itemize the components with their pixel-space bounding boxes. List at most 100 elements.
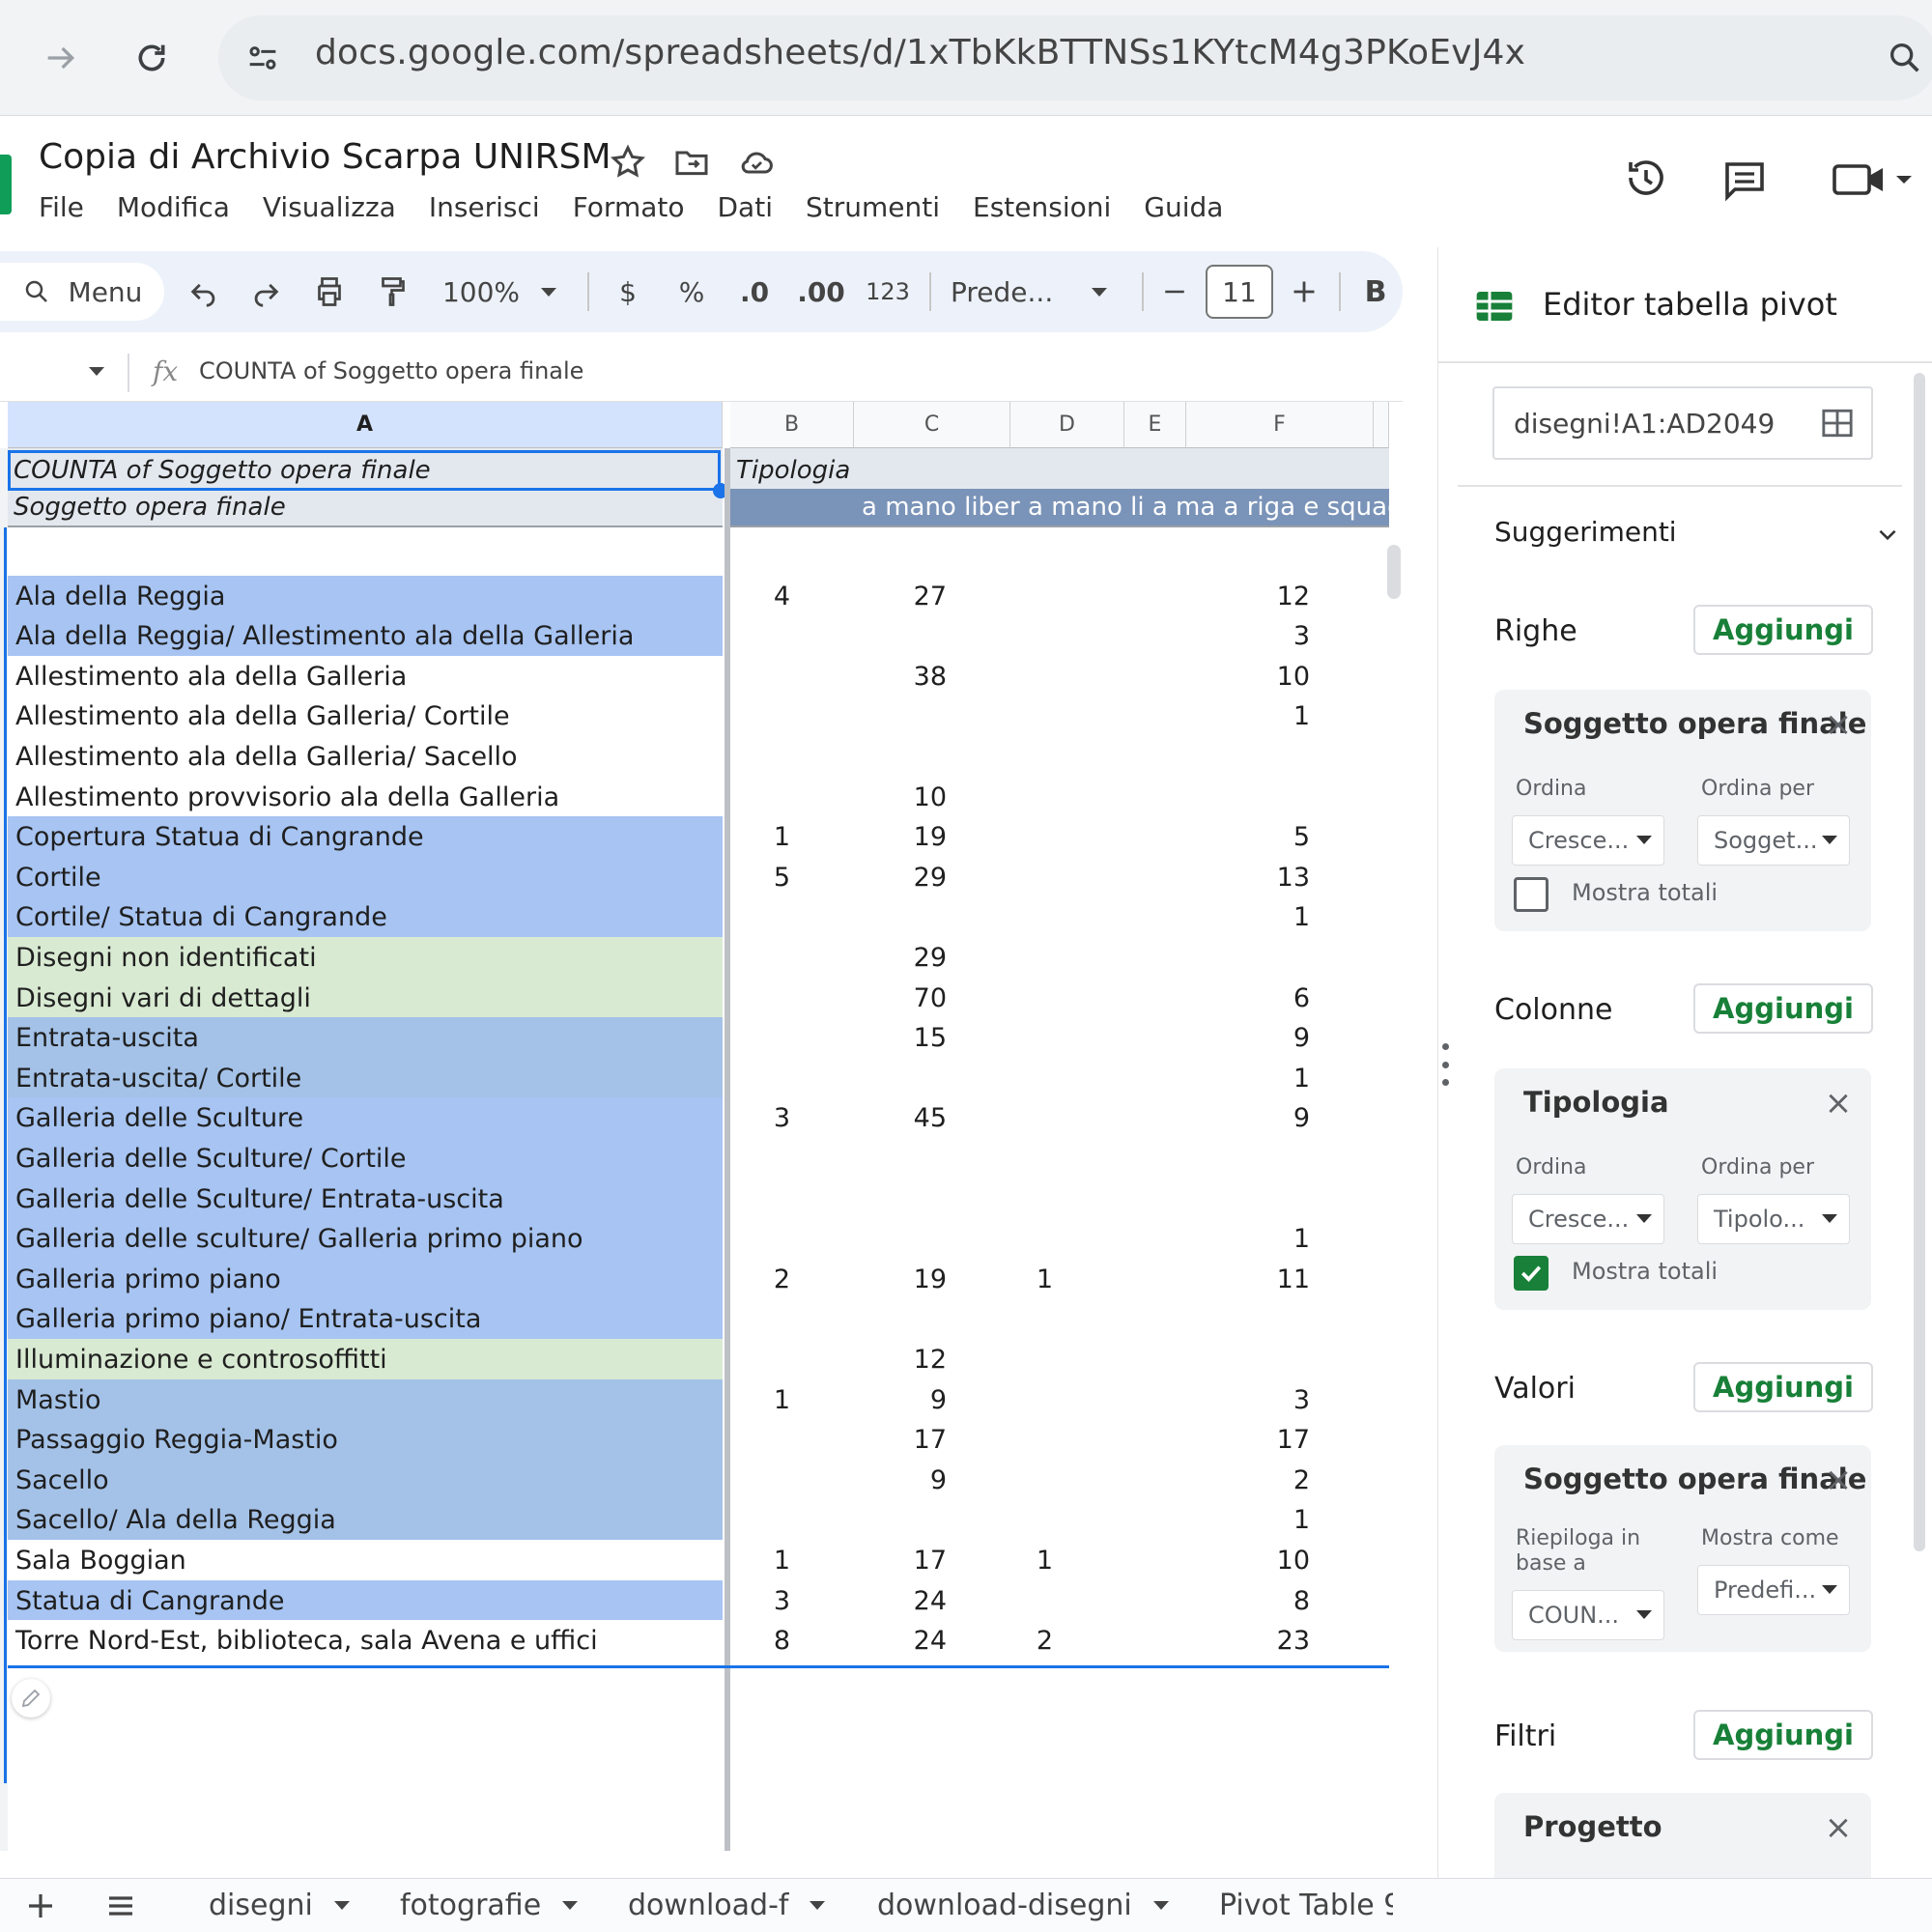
cell-value-f[interactable]: 2 bbox=[1252, 1465, 1310, 1495]
table-row[interactable]: Copertura Statua di Cangrande bbox=[8, 816, 723, 857]
cell-value-f[interactable]: 23 bbox=[1252, 1626, 1310, 1656]
paint-format-button[interactable] bbox=[369, 251, 417, 332]
name-box-dropdown[interactable] bbox=[89, 367, 104, 376]
column-orderby-dropdown[interactable]: Tipolo... bbox=[1697, 1194, 1850, 1244]
cell-value-f[interactable]: 8 bbox=[1252, 1586, 1310, 1616]
menu-formato[interactable]: Formato bbox=[573, 191, 685, 223]
menu-search-button[interactable]: Menu bbox=[0, 263, 164, 321]
table-row[interactable]: Sacello bbox=[8, 1459, 723, 1500]
select-range-icon[interactable] bbox=[1821, 408, 1854, 439]
table-row[interactable]: Galleria primo piano bbox=[8, 1258, 723, 1299]
cell-value-c[interactable]: 45 bbox=[889, 1103, 947, 1133]
increase-font-size-button[interactable] bbox=[1285, 251, 1323, 332]
forward-button[interactable] bbox=[27, 24, 95, 92]
undo-button[interactable] bbox=[180, 251, 228, 332]
vertical-scrollbar-thumb[interactable] bbox=[1387, 545, 1401, 599]
cell-value-f[interactable]: 10 bbox=[1252, 1546, 1310, 1576]
panel-resize-handle[interactable] bbox=[1441, 1043, 1449, 1086]
menu-guida[interactable]: Guida bbox=[1144, 191, 1223, 223]
zoom-dropdown[interactable]: 100% bbox=[437, 251, 562, 332]
cell-value-b[interactable]: 3 bbox=[732, 1103, 790, 1133]
cell-value-b[interactable]: 2 bbox=[732, 1264, 790, 1294]
table-row[interactable]: Torre Nord-Est, biblioteca, sala Avena e… bbox=[8, 1620, 723, 1661]
data-range-input[interactable]: disegni!A1:AD2049 bbox=[1492, 386, 1873, 460]
cell-value-f[interactable]: 11 bbox=[1252, 1264, 1310, 1294]
decrease-decimals-button[interactable]: .0 bbox=[730, 251, 779, 332]
table-row[interactable]: Galleria delle Sculture/ Entrata-uscita bbox=[8, 1178, 723, 1219]
table-row[interactable]: Passaggio Reggia-Mastio bbox=[8, 1419, 723, 1460]
add-row-button[interactable]: Aggiungi bbox=[1693, 605, 1873, 655]
row-show-totals-checkbox[interactable] bbox=[1514, 877, 1548, 912]
add-filter-button[interactable]: Aggiungi bbox=[1693, 1710, 1873, 1760]
column-header-f[interactable]: F bbox=[1186, 402, 1374, 448]
bold-button[interactable]: B bbox=[1356, 251, 1395, 332]
edit-pivot-button[interactable] bbox=[12, 1679, 50, 1718]
url-text[interactable]: docs.google.com/spreadsheets/d/1xTbKkBTT… bbox=[315, 33, 1525, 72]
suggestions-label[interactable]: Suggerimenti bbox=[1494, 516, 1677, 548]
cell-value-c[interactable]: 29 bbox=[889, 863, 947, 893]
cell-value-c[interactable]: 12 bbox=[889, 1345, 947, 1375]
sheet-tab-fotografie[interactable]: fotografie bbox=[400, 1889, 579, 1922]
close-icon[interactable]: × bbox=[1823, 1463, 1854, 1496]
cell-value-c[interactable]: 29 bbox=[889, 943, 947, 973]
all-sheets-button[interactable] bbox=[104, 1890, 137, 1921]
cell-value-c[interactable]: 9 bbox=[889, 1465, 947, 1495]
cell-value-d[interactable]: 2 bbox=[995, 1626, 1053, 1656]
table-row[interactable]: Allestimento ala della Galleria bbox=[8, 655, 723, 696]
column-header-b[interactable]: B bbox=[730, 402, 854, 448]
cell-value-c[interactable]: 19 bbox=[889, 1264, 947, 1294]
cell-value-f[interactable]: 1 bbox=[1252, 902, 1310, 932]
add-column-button[interactable]: Aggiungi bbox=[1693, 983, 1873, 1034]
table-row[interactable]: Galleria primo piano/ Entrata-uscita bbox=[8, 1298, 723, 1339]
cell-value-b[interactable]: 5 bbox=[732, 863, 790, 893]
table-row[interactable]: Cortile bbox=[8, 856, 723, 897]
column-header-d[interactable]: D bbox=[1010, 402, 1124, 448]
row-orderby-dropdown[interactable]: Sogget... bbox=[1697, 815, 1850, 866]
close-icon[interactable]: × bbox=[1823, 1811, 1854, 1844]
chevron-down-icon[interactable] bbox=[562, 1901, 579, 1910]
cell-value-c[interactable]: 24 bbox=[889, 1626, 947, 1656]
chevron-down-icon[interactable] bbox=[810, 1901, 826, 1910]
cell-value-c[interactable]: 17 bbox=[889, 1546, 947, 1576]
cell-value-f[interactable]: 1 bbox=[1252, 1224, 1310, 1254]
search-icon[interactable] bbox=[1886, 39, 1924, 77]
table-row[interactable]: Mastio bbox=[8, 1378, 723, 1420]
font-dropdown[interactable]: Prede... bbox=[951, 251, 1124, 332]
table-row[interactable]: Allestimento ala della Galleria/ Sacello bbox=[8, 736, 723, 777]
cell-value-f[interactable]: 6 bbox=[1252, 983, 1310, 1013]
cell-value-f[interactable]: 9 bbox=[1252, 1103, 1310, 1133]
cell-value-b[interactable]: 8 bbox=[732, 1626, 790, 1656]
cell-value-c[interactable]: 24 bbox=[889, 1586, 947, 1616]
cell-value-c[interactable]: 19 bbox=[889, 822, 947, 852]
column-header-e[interactable]: E bbox=[1124, 402, 1186, 448]
table-row[interactable]: Entrata-uscita bbox=[8, 1017, 723, 1058]
print-button[interactable] bbox=[305, 251, 354, 332]
cell-value-f[interactable]: 3 bbox=[1252, 1385, 1310, 1415]
cell-value-f[interactable]: 13 bbox=[1252, 863, 1310, 893]
cell-value-f[interactable]: 1 bbox=[1252, 1505, 1310, 1535]
cell-value-f[interactable]: 10 bbox=[1252, 662, 1310, 692]
cloud-status-icon[interactable] bbox=[736, 143, 777, 182]
table-row[interactable]: Galleria delle Sculture/ Cortile bbox=[8, 1138, 723, 1179]
table-row[interactable]: Disegni vari di dettagli bbox=[8, 977, 723, 1018]
sheets-logo[interactable] bbox=[0, 155, 12, 214]
cell-value-f[interactable]: 1 bbox=[1252, 1064, 1310, 1094]
site-settings-icon[interactable] bbox=[243, 39, 282, 77]
table-row[interactable]: Ala della Reggia/ Allestimento ala della… bbox=[8, 615, 723, 656]
cell-value-f[interactable]: 3 bbox=[1252, 621, 1310, 651]
sheet-tab-pivot-table[interactable]: Pivot Table 9 bbox=[1219, 1889, 1393, 1922]
number-format-button[interactable]: 123 bbox=[864, 251, 912, 332]
table-row[interactable]: Galleria delle sculture/ Galleria primo … bbox=[8, 1218, 723, 1259]
sheet-tab-download-disegni[interactable]: download-disegni bbox=[877, 1889, 1169, 1922]
cell-value-c[interactable]: 27 bbox=[889, 582, 947, 611]
cell-value-f[interactable]: 5 bbox=[1252, 822, 1310, 852]
cell-value-c[interactable]: 70 bbox=[889, 983, 947, 1013]
table-row[interactable]: Galleria delle Sculture bbox=[8, 1097, 723, 1138]
add-value-button[interactable]: Aggiungi bbox=[1693, 1362, 1873, 1412]
cell-value-c[interactable]: 10 bbox=[889, 782, 947, 812]
cell-value-b[interactable]: 1 bbox=[732, 1546, 790, 1576]
chevron-down-icon[interactable] bbox=[1152, 1901, 1169, 1910]
column-header-a[interactable]: A bbox=[8, 402, 723, 448]
chevron-down-icon[interactable] bbox=[1875, 522, 1900, 547]
move-folder-icon[interactable] bbox=[672, 143, 711, 182]
